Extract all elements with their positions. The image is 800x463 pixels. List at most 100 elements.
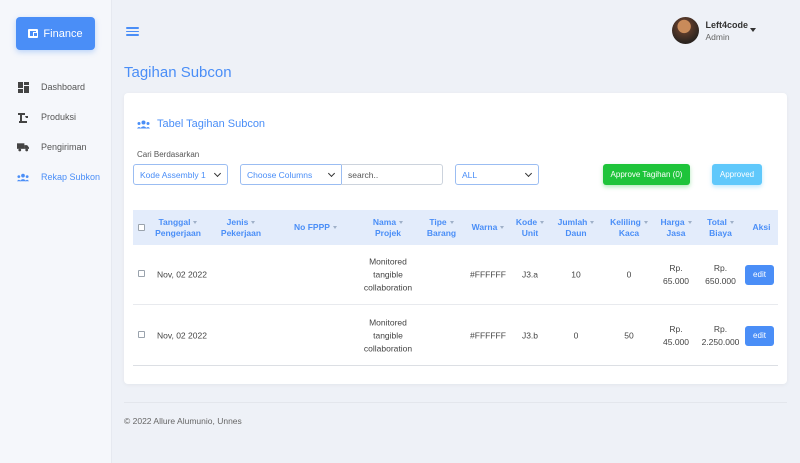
select-all-checkbox[interactable] bbox=[138, 224, 145, 231]
brand-label: Finance bbox=[43, 27, 83, 40]
cell-line: 2.250.000 bbox=[701, 336, 740, 347]
header-line: Kaca bbox=[618, 227, 640, 238]
columns-select[interactable]: Choose Columns bbox=[240, 164, 342, 185]
header-line: Total bbox=[707, 216, 727, 227]
card-title: Tabel Tagihan Subcon bbox=[137, 118, 265, 130]
header-line: Tanggal bbox=[158, 216, 191, 227]
cell-line: Rp. bbox=[669, 262, 683, 273]
sort-icon bbox=[500, 226, 505, 230]
approve-tagihan-button[interactable]: Approve Tagihan (0) bbox=[603, 164, 690, 185]
header-line: Kode bbox=[515, 216, 538, 227]
sidebar-item-produksi[interactable]: Produksi bbox=[0, 102, 112, 132]
cell-harga: Rp. 45.000 bbox=[655, 323, 697, 349]
column-jenis[interactable]: Jenis Pekerjaan bbox=[211, 210, 271, 245]
cell-line: 65.000 bbox=[663, 275, 689, 286]
header-line: Keliling bbox=[610, 216, 641, 227]
assembly-select[interactable]: Kode Assembly 1 bbox=[133, 164, 228, 185]
sidebar-item-dashboard[interactable]: Dashboard bbox=[0, 72, 112, 102]
cell-warna: #FFFFFF bbox=[470, 269, 506, 279]
sort-icon bbox=[540, 220, 545, 224]
edit-button[interactable]: edit bbox=[745, 264, 774, 285]
footer-divider bbox=[124, 402, 787, 403]
header-line: Jumlah bbox=[557, 216, 588, 227]
sidebar-item-rekap-subkon[interactable]: Rekap Subkon bbox=[0, 162, 112, 192]
assembly-select-value: Kode Assembly 1 bbox=[140, 169, 206, 180]
sort-icon bbox=[729, 220, 734, 224]
sort-icon bbox=[251, 220, 256, 224]
column-keliling[interactable]: Keliling Kaca bbox=[603, 210, 655, 245]
sidebar-item-label: Pengiriman bbox=[41, 142, 87, 152]
header-line: Harga bbox=[660, 216, 685, 227]
column-fppp[interactable]: No FPPP bbox=[278, 210, 353, 245]
search-placeholder: search.. bbox=[348, 169, 379, 180]
users-icon bbox=[17, 171, 29, 183]
header-line: Pekerjaan bbox=[220, 227, 262, 238]
footer-text: © 2022 Allure Alumunio, Unnes bbox=[124, 416, 242, 426]
header-line: No FPPP bbox=[294, 222, 330, 232]
caret-down-icon bbox=[750, 28, 756, 32]
header-line: Aksi bbox=[752, 222, 771, 232]
cell-harga: Rp. 65.000 bbox=[655, 262, 697, 288]
search-input[interactable]: search.. bbox=[341, 164, 443, 185]
menu-icon[interactable] bbox=[126, 27, 139, 36]
cell-total: Rp. 2.250.000 bbox=[698, 323, 743, 349]
sort-icon bbox=[399, 220, 404, 224]
cell-line: tangible bbox=[373, 269, 403, 279]
column-total[interactable]: Total Biaya bbox=[698, 210, 743, 245]
cell-keliling: 0 bbox=[626, 269, 632, 279]
sort-icon bbox=[590, 220, 595, 224]
chevron-down-icon bbox=[327, 169, 336, 178]
column-aksi: Aksi bbox=[745, 210, 778, 245]
chevron-down-icon bbox=[213, 169, 222, 178]
sort-icon bbox=[643, 220, 648, 224]
cell-warna: #FFFFFF bbox=[470, 330, 506, 340]
edit-button[interactable]: edit bbox=[745, 325, 774, 346]
row-checkbox[interactable] bbox=[138, 270, 145, 277]
approved-button[interactable]: Approved bbox=[712, 164, 762, 185]
sidebar-item-label: Rekap Subkon bbox=[41, 172, 101, 182]
header-line: Tipe bbox=[429, 216, 447, 227]
header-line: Pengerjaan bbox=[155, 227, 201, 238]
cell-jumlah: 10 bbox=[571, 269, 581, 279]
header-line: Biaya bbox=[709, 227, 732, 238]
header-line: Warna bbox=[471, 222, 498, 232]
sidebar-item-pengiriman[interactable]: Pengiriman bbox=[0, 132, 112, 162]
column-tanggal[interactable]: Tanggal Pengerjaan bbox=[147, 210, 209, 245]
column-harga[interactable]: Harga Jasa bbox=[655, 210, 697, 245]
cell-nama: Monitored tangible collaboration bbox=[359, 255, 417, 294]
sort-icon bbox=[687, 220, 692, 224]
sidebar: Finance Dashboard Produksi Pengiriman Re… bbox=[0, 0, 112, 463]
page-title: Tagihan Subcon bbox=[124, 64, 232, 81]
row-checkbox[interactable] bbox=[138, 331, 145, 338]
factory-icon bbox=[17, 111, 29, 123]
sort-icon bbox=[332, 226, 337, 230]
column-warna[interactable]: Warna bbox=[466, 210, 510, 245]
dashboard-icon bbox=[17, 81, 29, 93]
status-select[interactable]: ALL bbox=[455, 164, 539, 185]
table-header: Tanggal Pengerjaan Jenis Pekerjaan No FPPP… bbox=[133, 210, 778, 245]
column-kode[interactable]: Kode Unit bbox=[511, 210, 549, 245]
column-jumlah[interactable]: Jumlah Daun bbox=[551, 210, 601, 245]
user-role: Admin bbox=[705, 31, 730, 42]
cell-tanggal: Nov, 02 2022 bbox=[157, 269, 207, 279]
filter-label: Cari Berdasarkan bbox=[137, 150, 200, 159]
status-select-value: ALL bbox=[462, 169, 478, 180]
cell-line: Monitored bbox=[369, 317, 407, 327]
column-tipe[interactable]: Tipe Barang bbox=[419, 210, 464, 245]
header-line: Daun bbox=[565, 227, 587, 238]
user-menu[interactable]: Left4code Admin bbox=[672, 17, 756, 44]
cell-jumlah: 0 bbox=[573, 330, 579, 340]
truck-icon bbox=[17, 141, 29, 153]
cell-line: collaboration bbox=[363, 343, 413, 353]
column-nama[interactable]: Nama Projek bbox=[359, 210, 417, 245]
sidebar-nav: Dashboard Produksi Pengiriman Rekap Subk… bbox=[0, 72, 112, 192]
wallet-icon bbox=[28, 29, 39, 38]
sort-icon bbox=[449, 220, 454, 224]
header-line: Nama bbox=[372, 216, 397, 227]
brand-button[interactable]: Finance bbox=[16, 17, 95, 50]
header-line: Projek bbox=[375, 227, 401, 238]
card-title-text: Tabel Tagihan Subcon bbox=[157, 118, 266, 130]
cell-line: Monitored bbox=[369, 256, 407, 266]
users-icon bbox=[137, 120, 150, 128]
header-line: Unit bbox=[521, 227, 539, 238]
